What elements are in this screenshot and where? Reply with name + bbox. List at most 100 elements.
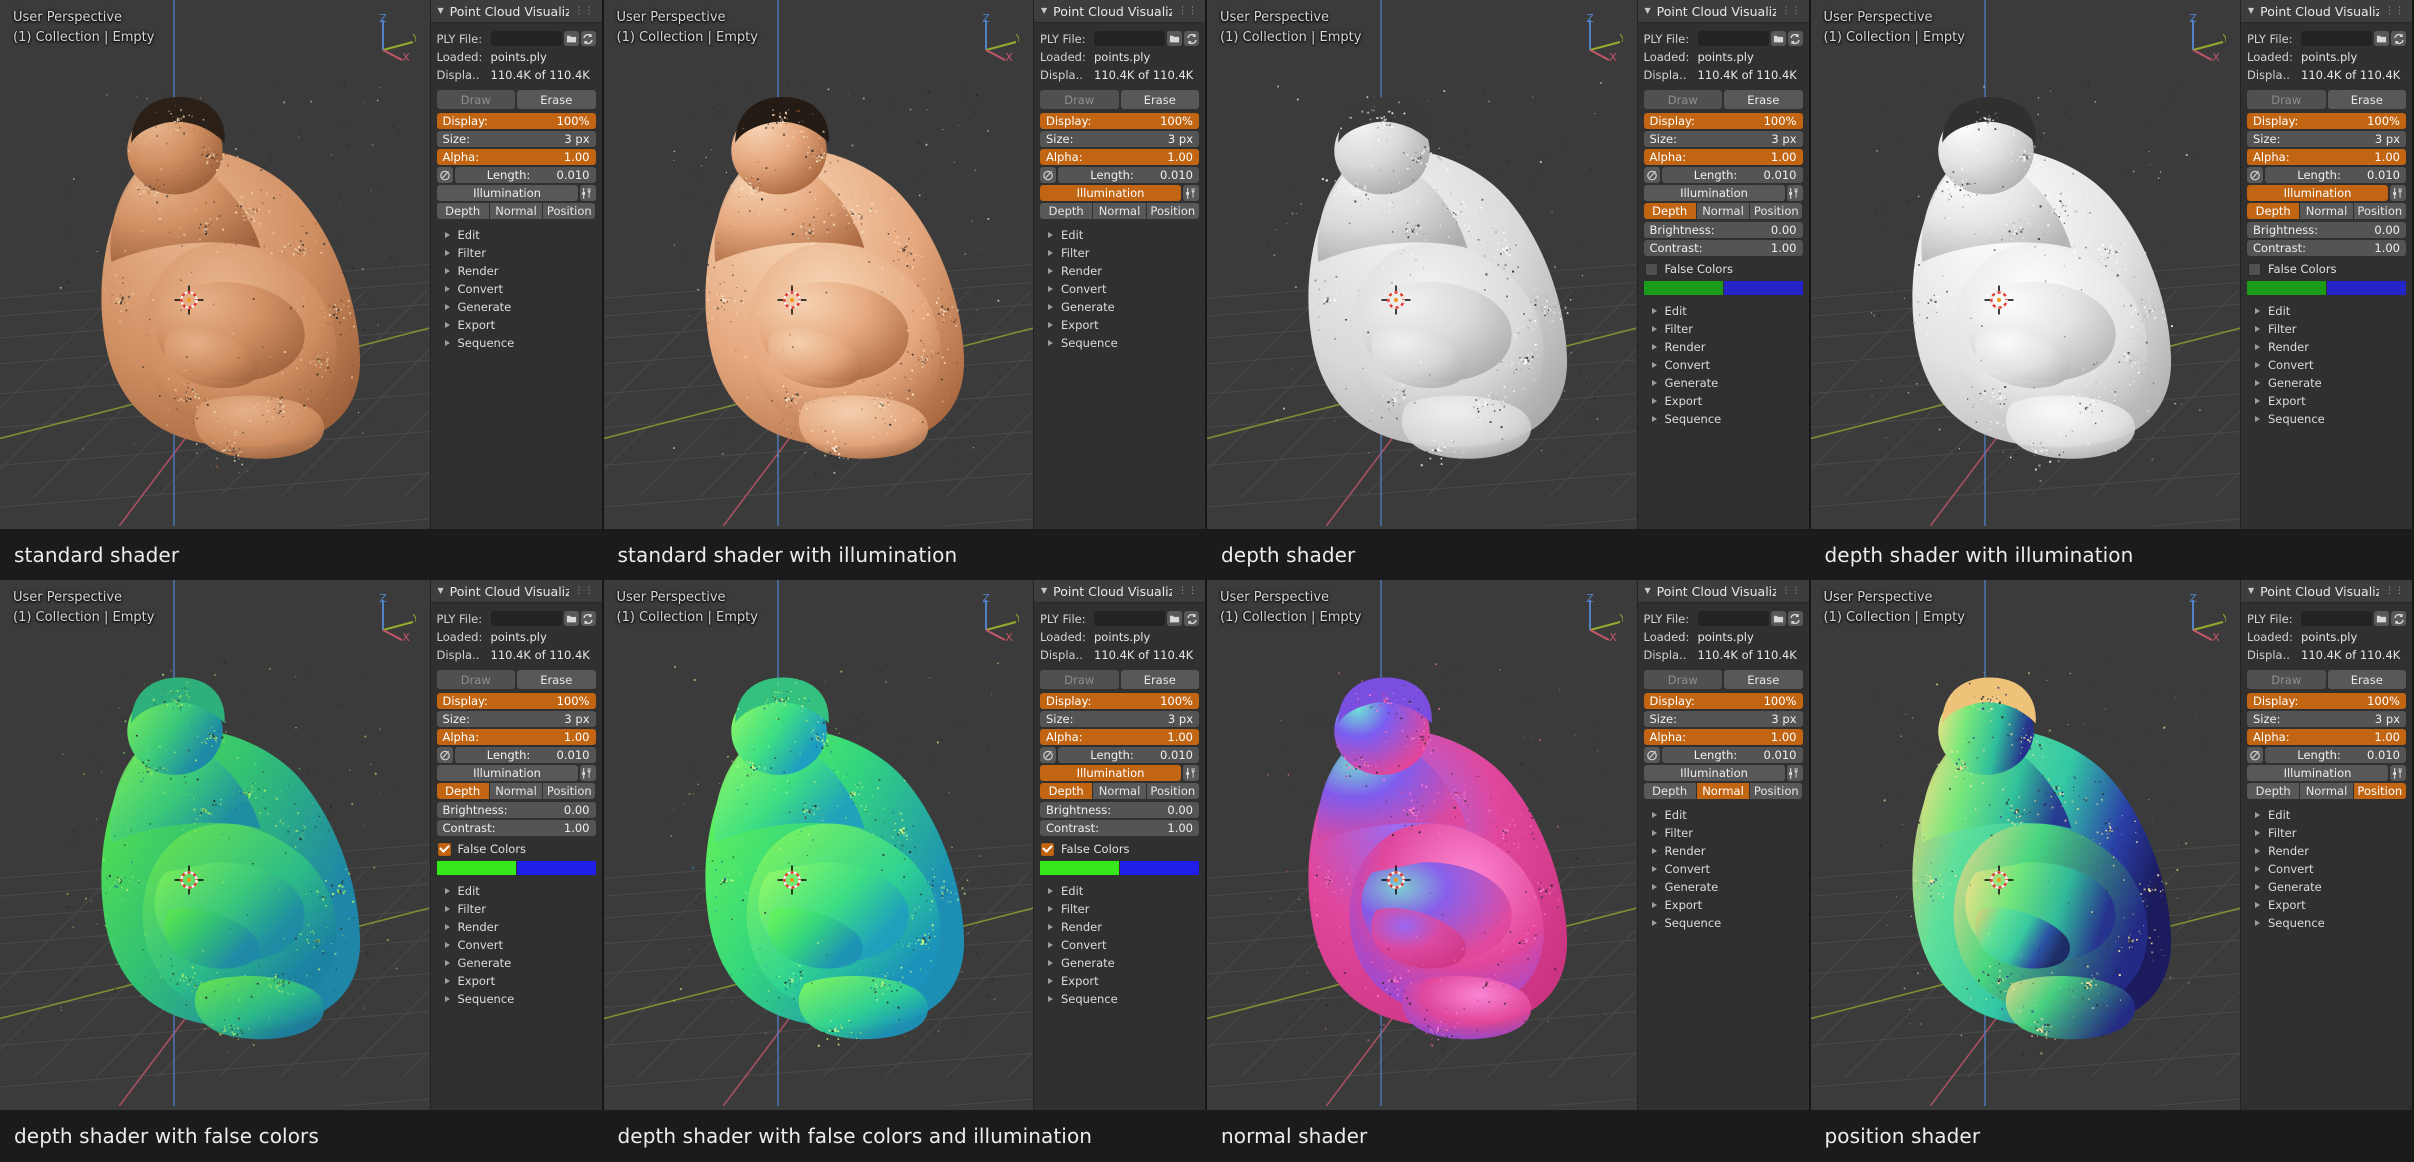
draw-button[interactable]: Draw [1040, 90, 1119, 109]
size-slider[interactable]: Size: 3 px [1643, 131, 1803, 147]
folder-open-icon[interactable] [2374, 31, 2389, 46]
normals-length-icon[interactable] [1643, 747, 1660, 763]
axis-gizmo-icon[interactable]: Z Y X [953, 6, 1022, 72]
length-slider[interactable]: Length: 0.010 [1058, 167, 1199, 183]
false-color-swatches[interactable] [1040, 861, 1199, 875]
shader-mode-position[interactable]: Position [1146, 783, 1199, 799]
false-colors-row[interactable]: False Colors [1644, 260, 1803, 278]
alpha-slider[interactable]: Alpha: 1.00 [1643, 149, 1803, 165]
grip-dots-icon[interactable]: ⋮⋮ [575, 586, 595, 596]
shader-mode-normal[interactable]: Normal [1696, 783, 1750, 799]
false-colors-checkbox[interactable] [1644, 262, 1658, 276]
grip-dots-icon[interactable]: ⋮⋮ [1178, 586, 1198, 596]
alpha-slider[interactable]: Alpha: 1.00 [1040, 729, 1199, 745]
false-color-swatch-start[interactable] [2247, 281, 2326, 295]
refresh-icon[interactable] [1787, 611, 1803, 626]
ply-file-input[interactable] [490, 611, 562, 626]
section-generate[interactable]: Generate [437, 298, 596, 316]
length-slider[interactable]: Length: 0.010 [2265, 747, 2406, 763]
3d-viewport[interactable]: User Perspective (1) Collection | Empty … [0, 0, 430, 529]
shader-mode-segmented[interactable]: Depth Normal Position [1643, 203, 1803, 219]
section-sequence[interactable]: Sequence [1644, 410, 1803, 428]
erase-button[interactable]: Erase [2327, 670, 2406, 689]
section-convert[interactable]: Convert [1040, 936, 1199, 954]
false-color-swatch-end[interactable] [1723, 281, 1803, 295]
axis-gizmo-icon[interactable]: Z Y X [2160, 586, 2229, 652]
section-render[interactable]: Render [1644, 338, 1803, 356]
illumination-toggle[interactable]: Illumination [1643, 185, 1785, 201]
section-sequence[interactable]: Sequence [2247, 410, 2406, 428]
grip-dots-icon[interactable]: ⋮⋮ [1178, 6, 1198, 16]
section-filter[interactable]: Filter [1644, 320, 1803, 338]
size-slider[interactable]: Size: 3 px [2247, 131, 2406, 147]
shader-mode-depth[interactable]: Depth [436, 203, 489, 219]
folder-open-icon[interactable] [1770, 31, 1786, 46]
length-slider[interactable]: Length: 0.010 [1058, 747, 1199, 763]
section-filter[interactable]: Filter [2247, 320, 2406, 338]
display-slider[interactable]: Display: 100% [436, 113, 596, 129]
grip-dots-icon[interactable]: ⋮⋮ [2385, 586, 2405, 596]
3d-viewport[interactable]: User Perspective (1) Collection | Empty … [1810, 0, 2240, 529]
triangle-down-icon[interactable]: ▼ [1645, 587, 1651, 595]
section-convert[interactable]: Convert [1040, 280, 1199, 298]
length-slider[interactable]: Length: 0.010 [454, 167, 596, 183]
section-generate[interactable]: Generate [2247, 374, 2406, 392]
alpha-slider[interactable]: Alpha: 1.00 [436, 149, 596, 165]
section-export[interactable]: Export [437, 972, 596, 990]
illumination-toggle[interactable]: Illumination [2247, 185, 2388, 201]
navigation-gizmo[interactable]: Z Y X [953, 586, 1022, 652]
false-color-swatch-end[interactable] [516, 861, 596, 875]
erase-button[interactable]: Erase [1120, 90, 1199, 109]
shader-mode-depth[interactable]: Depth [2247, 203, 2300, 219]
section-convert[interactable]: Convert [437, 280, 596, 298]
refresh-icon[interactable] [2391, 611, 2406, 626]
section-generate[interactable]: Generate [1644, 374, 1803, 392]
contrast-slider[interactable]: Contrast: 1.00 [1040, 820, 1199, 836]
folder-open-icon[interactable] [563, 611, 579, 626]
section-generate[interactable]: Generate [437, 954, 596, 972]
grip-dots-icon[interactable]: ⋮⋮ [575, 6, 595, 16]
section-edit[interactable]: Edit [1040, 226, 1199, 244]
navigation-gizmo[interactable]: Z Y X [953, 6, 1022, 72]
shader-mode-depth[interactable]: Depth [436, 783, 489, 799]
shader-mode-depth[interactable]: Depth [1040, 203, 1093, 219]
shader-mode-normal[interactable]: Normal [489, 783, 543, 799]
section-generate[interactable]: Generate [1040, 298, 1199, 316]
section-sequence[interactable]: Sequence [1040, 334, 1199, 352]
size-slider[interactable]: Size: 3 px [436, 711, 596, 727]
tool-settings-icon[interactable] [2390, 765, 2406, 781]
false-color-swatches[interactable] [436, 861, 596, 875]
triangle-down-icon[interactable]: ▼ [2248, 587, 2254, 595]
3d-viewport[interactable]: User Perspective (1) Collection | Empty … [1207, 580, 1637, 1110]
section-render[interactable]: Render [2247, 842, 2406, 860]
false-color-swatches[interactable] [2247, 281, 2406, 295]
section-filter[interactable]: Filter [437, 900, 596, 918]
shader-mode-segmented[interactable]: Depth Normal Position [2247, 203, 2406, 219]
section-convert[interactable]: Convert [437, 936, 596, 954]
draw-button[interactable]: Draw [1040, 670, 1119, 689]
section-edit[interactable]: Edit [1040, 882, 1199, 900]
ply-file-input[interactable] [2301, 31, 2372, 46]
grip-dots-icon[interactable]: ⋮⋮ [1782, 586, 1802, 596]
alpha-slider[interactable]: Alpha: 1.00 [1040, 149, 1199, 165]
illumination-toggle[interactable]: Illumination [436, 185, 578, 201]
axis-gizmo-icon[interactable]: Z Y X [350, 6, 419, 72]
false-colors-checkbox[interactable] [1041, 842, 1054, 856]
panel-header[interactable]: ▼ Point Cloud Visualizer ⋮⋮ [1034, 0, 1205, 23]
triangle-down-icon[interactable]: ▼ [1041, 587, 1047, 595]
false-color-swatch-end[interactable] [1120, 861, 1199, 875]
tool-settings-icon[interactable] [1183, 765, 1199, 781]
panel-header[interactable]: ▼ Point Cloud Visualizer ⋮⋮ [1637, 0, 1809, 23]
navigation-gizmo[interactable]: Z Y X [1557, 586, 1626, 652]
section-edit[interactable]: Edit [437, 882, 596, 900]
section-render[interactable]: Render [2247, 338, 2406, 356]
section-sequence[interactable]: Sequence [437, 990, 596, 1008]
section-generate[interactable]: Generate [1040, 954, 1199, 972]
section-convert[interactable]: Convert [2247, 860, 2406, 878]
size-slider[interactable]: Size: 3 px [1040, 131, 1199, 147]
section-render[interactable]: Render [437, 262, 596, 280]
triangle-down-icon[interactable]: ▼ [438, 7, 444, 15]
brightness-slider[interactable]: Brightness: 0.00 [2247, 222, 2406, 238]
section-sequence[interactable]: Sequence [1644, 914, 1803, 932]
size-slider[interactable]: Size: 3 px [1643, 711, 1803, 727]
